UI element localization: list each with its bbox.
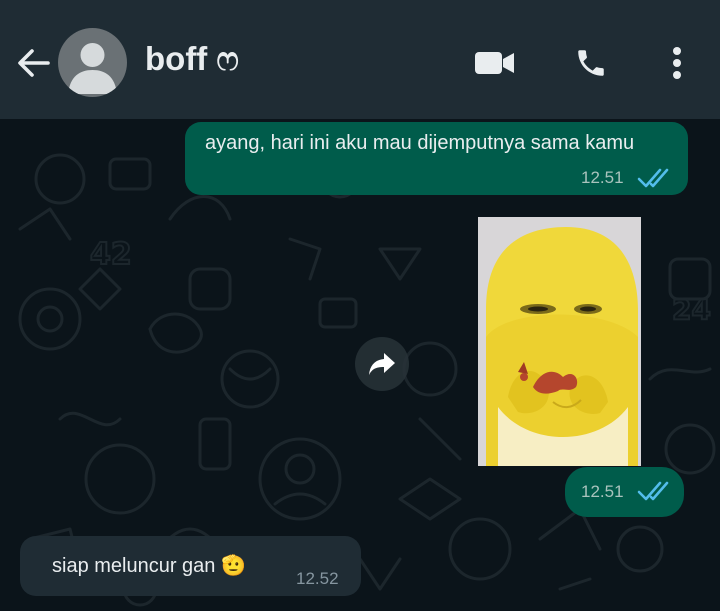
video-call-icon: [475, 52, 514, 74]
message-text: siap meluncur gan 🫡: [52, 555, 246, 577]
double-check-icon: [637, 481, 669, 501]
more-options-button[interactable]: [654, 40, 700, 86]
message-bubble-incoming[interactable]: siap meluncur gan 🫡 12.52: [20, 536, 361, 596]
double-check-icon: [637, 168, 669, 188]
forward-arrow-icon: [369, 353, 395, 375]
svg-text:24: 24: [672, 293, 711, 326]
sticker-time-badge: 12.51: [565, 467, 684, 517]
message-text: ayang, hari ini aku mau dijemputnya sama…: [205, 132, 635, 154]
chat-header: boff ෆ: [0, 0, 720, 119]
forward-button[interactable]: [355, 337, 409, 391]
message-time: 12.51: [581, 168, 624, 187]
message-time: 12.52: [296, 569, 339, 588]
video-call-button[interactable]: [472, 40, 518, 86]
arrow-left-icon: [18, 49, 50, 77]
sticker-image[interactable]: [478, 217, 641, 466]
default-avatar-icon: [68, 43, 117, 94]
message-bubble-outgoing[interactable]: ayang, hari ini aku mau dijemputnya sama…: [185, 122, 688, 195]
svg-text:42: 42: [90, 237, 132, 272]
yellow-creature-sticker: [478, 217, 641, 466]
chat-area[interactable]: 42 24 ayang, hari ini aku mau dijemputny…: [0, 119, 720, 611]
phone-icon: [578, 50, 604, 76]
voice-call-button[interactable]: [568, 40, 614, 86]
avatar[interactable]: [58, 28, 127, 97]
message-time: 12.51: [581, 482, 624, 501]
contact-name[interactable]: boff ෆ: [145, 40, 239, 79]
more-vertical-icon: [673, 47, 681, 79]
back-button[interactable]: [14, 43, 54, 83]
